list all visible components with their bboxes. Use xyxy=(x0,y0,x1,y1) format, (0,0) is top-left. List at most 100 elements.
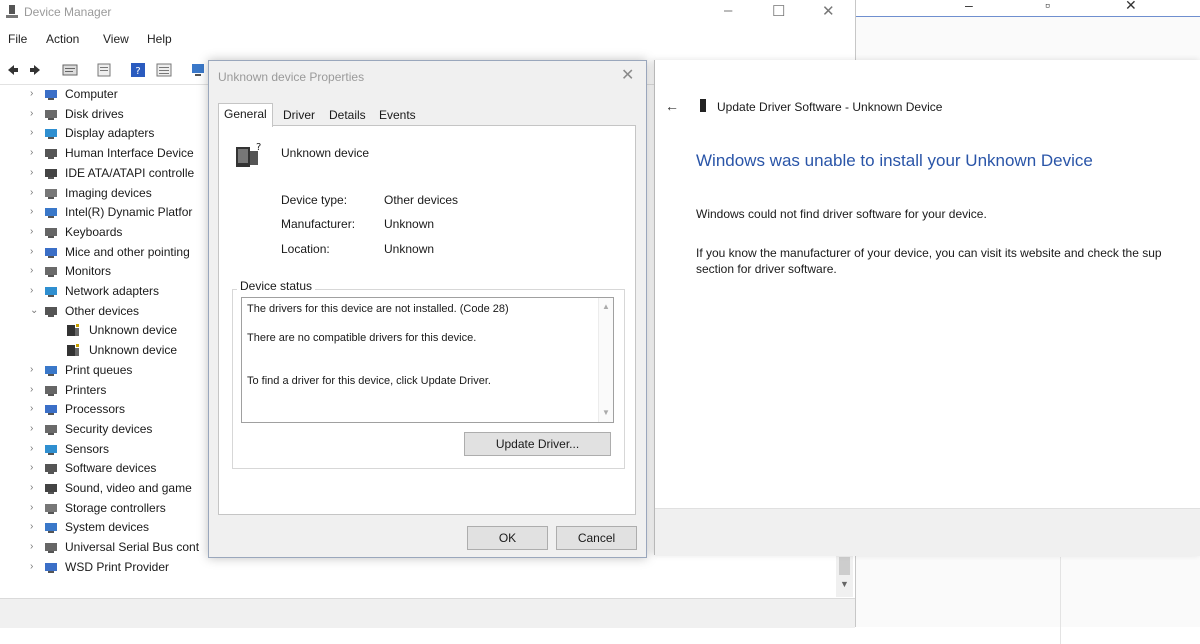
tree-item-label: Print queues xyxy=(65,362,133,377)
close-button[interactable]: ✕ xyxy=(822,2,835,20)
software-device-icon xyxy=(45,464,57,475)
status-bar xyxy=(0,598,855,628)
back-arrow-icon[interactable] xyxy=(4,62,20,78)
tree-item-label: Network adapters xyxy=(65,284,160,298)
status-line: There are no compatible drivers for this… xyxy=(247,332,477,344)
location-label: Location: xyxy=(281,242,330,256)
monitor-icon xyxy=(45,267,57,278)
chevron-right-icon[interactable]: › xyxy=(30,443,40,454)
chevron-right-icon[interactable]: › xyxy=(30,561,40,572)
tree-item-label: Sensors xyxy=(65,441,110,456)
maximize-button[interactable]: ☐ xyxy=(772,2,785,20)
dialog-close-button[interactable]: ✕ xyxy=(621,65,634,85)
menu-file[interactable]: File xyxy=(8,32,27,46)
chevron-right-icon[interactable]: › xyxy=(30,88,40,99)
tree-item-label: Human Interface Device xyxy=(65,146,194,161)
other-devices-icon xyxy=(45,306,57,317)
display-adapter-icon xyxy=(45,129,57,140)
chevron-right-icon[interactable]: › xyxy=(30,167,40,178)
properties-icon[interactable] xyxy=(62,62,78,78)
unknown-device-icon xyxy=(67,344,79,357)
manufacturer-value: Unknown xyxy=(384,217,435,231)
wizard-message: Windows could not find driver software f… xyxy=(696,207,987,221)
view-list-icon[interactable] xyxy=(96,62,112,78)
scroll-down-icon[interactable]: ▼ xyxy=(602,408,610,417)
tree-item-label: Intel(R) Dynamic Platfor xyxy=(65,205,193,220)
tree-item-label: System devices xyxy=(65,520,150,535)
menu-view[interactable]: View xyxy=(103,32,129,46)
chevron-right-icon[interactable]: › xyxy=(30,187,40,198)
restore-icon[interactable]: ▫ xyxy=(1045,0,1050,13)
chevron-right-icon[interactable]: › xyxy=(30,462,40,473)
chevron-right-icon[interactable]: › xyxy=(30,265,40,276)
tree-item-label: Keyboards xyxy=(65,224,123,239)
scroll-up-icon[interactable]: ▲ xyxy=(602,302,610,311)
chevron-right-icon[interactable]: › xyxy=(30,147,40,158)
manufacturer-label: Manufacturer: xyxy=(281,217,356,231)
chevron-right-icon[interactable]: › xyxy=(30,127,40,138)
chevron-right-icon[interactable]: › xyxy=(30,226,40,237)
chevron-right-icon[interactable]: › xyxy=(30,521,40,532)
menu-action[interactable]: Action xyxy=(46,32,79,46)
printer-icon xyxy=(45,562,57,573)
svg-text:?: ? xyxy=(135,66,140,77)
printer-icon xyxy=(45,365,57,376)
tree-item-label: Processors xyxy=(65,402,126,417)
wizard-title: Update Driver Software - Unknown Device xyxy=(717,100,943,114)
chevron-down-icon[interactable]: ⌄ xyxy=(30,305,40,316)
help-icon[interactable]: ? xyxy=(130,62,146,78)
minimize-button[interactable]: – xyxy=(724,2,732,19)
camera-icon xyxy=(45,188,57,199)
mouse-icon xyxy=(45,247,57,258)
wizard-message: If you know the manufacturer of your dev… xyxy=(696,246,1162,260)
tree-child-item[interactable]: Unknown device xyxy=(40,343,210,361)
device-tree: › Computer › Disk drives › Display adapters › H… xyxy=(0,87,210,587)
tree-item-label: Printers xyxy=(65,382,107,397)
update-driver-button[interactable]: Update Driver... xyxy=(464,432,611,456)
tab-general[interactable]: General xyxy=(218,103,273,127)
cancel-button[interactable]: Cancel xyxy=(556,526,637,550)
tree-item-label: Mice and other pointing xyxy=(65,244,190,259)
location-value: Unknown xyxy=(384,242,435,256)
chevron-right-icon[interactable]: › xyxy=(30,108,40,119)
chevron-right-icon[interactable]: › xyxy=(30,541,40,552)
chevron-right-icon[interactable]: › xyxy=(30,285,40,296)
chevron-right-icon[interactable]: › xyxy=(30,384,40,395)
wizard-footer xyxy=(655,508,1200,556)
system-device-icon xyxy=(45,523,57,534)
menu-help[interactable]: Help xyxy=(147,32,172,46)
tree-item-label: Universal Serial Bus cont xyxy=(65,540,200,555)
scan-hardware-icon[interactable] xyxy=(190,62,206,78)
chevron-right-icon[interactable]: › xyxy=(30,403,40,414)
back-arrow-icon[interactable]: ← xyxy=(665,98,679,114)
tree-child-item[interactable]: Unknown device xyxy=(40,323,210,341)
chevron-right-icon[interactable]: › xyxy=(30,246,40,257)
tab-events[interactable]: Events xyxy=(374,105,421,125)
chevron-right-icon[interactable]: › xyxy=(30,482,40,493)
chevron-right-icon[interactable]: › xyxy=(30,206,40,217)
tree-item-label: IDE ATA/ATAPI controlle xyxy=(65,165,195,180)
minimize-icon[interactable]: – xyxy=(965,0,973,13)
tab-details[interactable]: Details xyxy=(324,105,371,125)
vertical-scrollbar[interactable]: ▼ xyxy=(836,555,853,597)
chevron-right-icon[interactable]: › xyxy=(30,423,40,434)
tree-item-label: Disk drives xyxy=(65,106,124,121)
close-icon[interactable]: ✕ xyxy=(1125,0,1137,14)
chevron-right-icon[interactable]: › xyxy=(30,364,40,375)
scrollbar-thumb[interactable] xyxy=(839,557,850,575)
chevron-right-icon[interactable]: › xyxy=(30,502,40,513)
network-adapter-icon xyxy=(45,287,57,297)
background-window-titlebar: – ▫ ✕ xyxy=(855,0,1200,17)
tab-driver[interactable]: Driver xyxy=(278,105,320,125)
processor-icon xyxy=(45,405,57,416)
scroll-down-icon[interactable]: ▼ xyxy=(840,579,849,589)
forward-arrow-icon[interactable] xyxy=(28,62,44,78)
device-status-textbox[interactable]: The drivers for this device are not inst… xyxy=(241,297,614,423)
keyboard-icon xyxy=(45,227,57,238)
status-line: The drivers for this device are not inst… xyxy=(247,303,509,315)
ok-button[interactable]: OK xyxy=(467,526,548,550)
view-details-icon[interactable] xyxy=(156,62,172,78)
disk-drive-icon xyxy=(45,109,57,120)
status-scrollbar[interactable]: ▲ ▼ xyxy=(598,298,613,422)
tree-item-label: Software devices xyxy=(65,461,157,476)
